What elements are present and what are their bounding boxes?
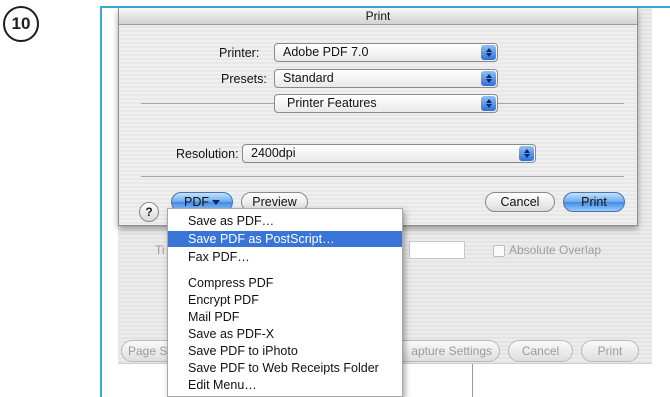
pdf-dropdown-menu: Save as PDF… Save PDF as PostScript… Fax… [167, 208, 403, 397]
background-print-button[interactable]: Print [581, 340, 639, 362]
cancel-button[interactable]: Cancel [485, 192, 555, 212]
resolution-popup[interactable]: 2400dpi [242, 144, 536, 163]
resolution-popup-value: 2400dpi [251, 146, 296, 160]
background-column-line [472, 364, 473, 397]
panel-separator-left [141, 103, 274, 104]
pdf-button-label: PDF [184, 195, 209, 209]
absolute-overlap-label: Absolute Overlap [509, 243, 602, 257]
bottom-separator [141, 176, 624, 177]
presets-popup-value: Standard [283, 71, 334, 85]
popup-arrows-icon [481, 96, 496, 111]
menu-item-save-pdf-as-postscript[interactable]: Save PDF as PostScript… [168, 231, 402, 247]
menu-item-encrypt-pdf[interactable]: Encrypt PDF [168, 292, 402, 308]
step-number-badge: 10 [3, 6, 39, 42]
menu-item-fax-pdf[interactable]: Fax PDF… [168, 249, 402, 265]
menu-item-save-pdf-to-iphoto[interactable]: Save PDF to iPhoto [168, 343, 402, 359]
menu-item-mail-pdf[interactable]: Mail PDF [168, 309, 402, 325]
print-sheet-title: Print [119, 8, 637, 25]
printer-popup-value: Adobe PDF 7.0 [283, 45, 369, 59]
popup-arrows-icon [481, 71, 496, 86]
popup-arrows-icon [481, 45, 496, 60]
dropdown-triangle-icon [212, 199, 220, 205]
capture-settings-button[interactable]: apture Settings [403, 340, 500, 362]
menu-item-edit-menu[interactable]: Edit Menu… [168, 377, 402, 393]
popup-arrows-icon [519, 146, 534, 161]
menu-item-save-as-pdf-x[interactable]: Save as PDF-X [168, 326, 402, 342]
print-button[interactable]: Print [563, 192, 625, 212]
presets-popup[interactable]: Standard [274, 69, 498, 88]
menu-item-save-as-pdf[interactable]: Save as PDF… [168, 213, 402, 229]
printer-popup[interactable]: Adobe PDF 7.0 [274, 43, 498, 62]
background-label-title: Ti [155, 243, 165, 257]
panel-popup-value: Printer Features [287, 96, 377, 110]
help-button[interactable]: ? [139, 202, 159, 222]
panel-separator-right [498, 103, 624, 104]
presets-label: Presets: [221, 72, 267, 86]
frame-left-border [100, 6, 102, 397]
page-setup-button[interactable]: Page S [121, 340, 167, 362]
panel-popup[interactable]: Printer Features [274, 94, 498, 113]
menu-item-compress-pdf[interactable]: Compress PDF [168, 275, 402, 291]
menu-item-save-pdf-to-web-receipts[interactable]: Save PDF to Web Receipts Folder [168, 360, 402, 376]
print-sheet: Print Printer: Adobe PDF 7.0 Presets: St… [118, 8, 638, 226]
printer-label: Printer: [219, 46, 260, 60]
resolution-label: Resolution: [176, 147, 239, 161]
absolute-overlap-checkbox[interactable] [493, 245, 505, 257]
screenshot-stage: 10 Ti Absolute Overlap Page S apture Set… [0, 0, 670, 397]
background-cancel-button[interactable]: Cancel [508, 340, 573, 362]
background-text-field[interactable] [409, 241, 465, 259]
